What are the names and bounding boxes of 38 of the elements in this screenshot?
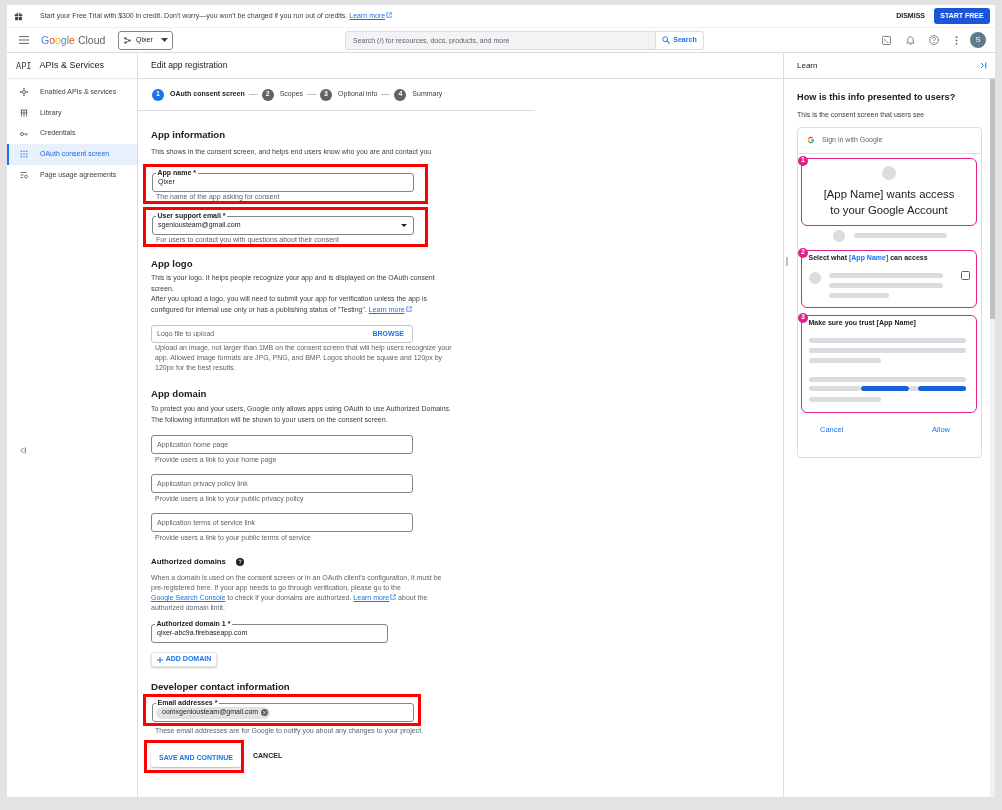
- preview-section-title: [App Name] wants access to your Google Account: [822, 187, 956, 218]
- search-icon: [662, 36, 671, 44]
- chevron-bar-icon[interactable]: [19, 447, 26, 455]
- menu-icon[interactable]: [19, 36, 29, 44]
- section-heading: App domain: [151, 387, 207, 400]
- avatar-placeholder: [808, 272, 821, 284]
- grid-icon: [20, 109, 28, 118]
- button-placeholder: [917, 385, 966, 391]
- terminal-icon[interactable]: [882, 35, 891, 45]
- scrollbar-thumb[interactable]: [990, 79, 995, 319]
- button-placeholder: [860, 385, 909, 391]
- plus-icon: [156, 656, 163, 663]
- sidebar-title: APIs & Services: [39, 58, 105, 72]
- caret-icon: [161, 38, 168, 42]
- bell-icon[interactable]: [906, 35, 915, 45]
- panel-title: Learn: [797, 59, 818, 72]
- section-heading: App information: [151, 128, 226, 141]
- avatar-placeholder: [882, 166, 896, 180]
- page-title: Edit app registration: [138, 53, 783, 79]
- resize-handle[interactable]: [786, 257, 788, 266]
- section-heading: App logo: [151, 257, 193, 270]
- nodes-icon: [20, 88, 28, 97]
- section-heading: Developer contact information: [151, 680, 290, 693]
- panel-heading: How is this info presented to users?: [797, 91, 956, 103]
- gift-icon: [14, 11, 23, 21]
- dots-grid-icon: [20, 150, 28, 159]
- google-cloud-logo[interactable]: Google Cloud: [41, 34, 106, 46]
- api-logo: API: [16, 60, 32, 71]
- remove-icon[interactable]: [261, 709, 269, 716]
- more-vert-icon[interactable]: [955, 35, 958, 45]
- g-letter-icon: [807, 136, 815, 144]
- help-icon[interactable]: [235, 557, 244, 566]
- chevron-bar-icon[interactable]: [980, 62, 987, 69]
- project-nodes-icon: [124, 36, 131, 44]
- key-icon: [20, 129, 28, 138]
- dropdown-caret-icon: [401, 224, 407, 227]
- avatar-placeholder: [832, 229, 845, 242]
- list-gear-icon: [20, 171, 28, 180]
